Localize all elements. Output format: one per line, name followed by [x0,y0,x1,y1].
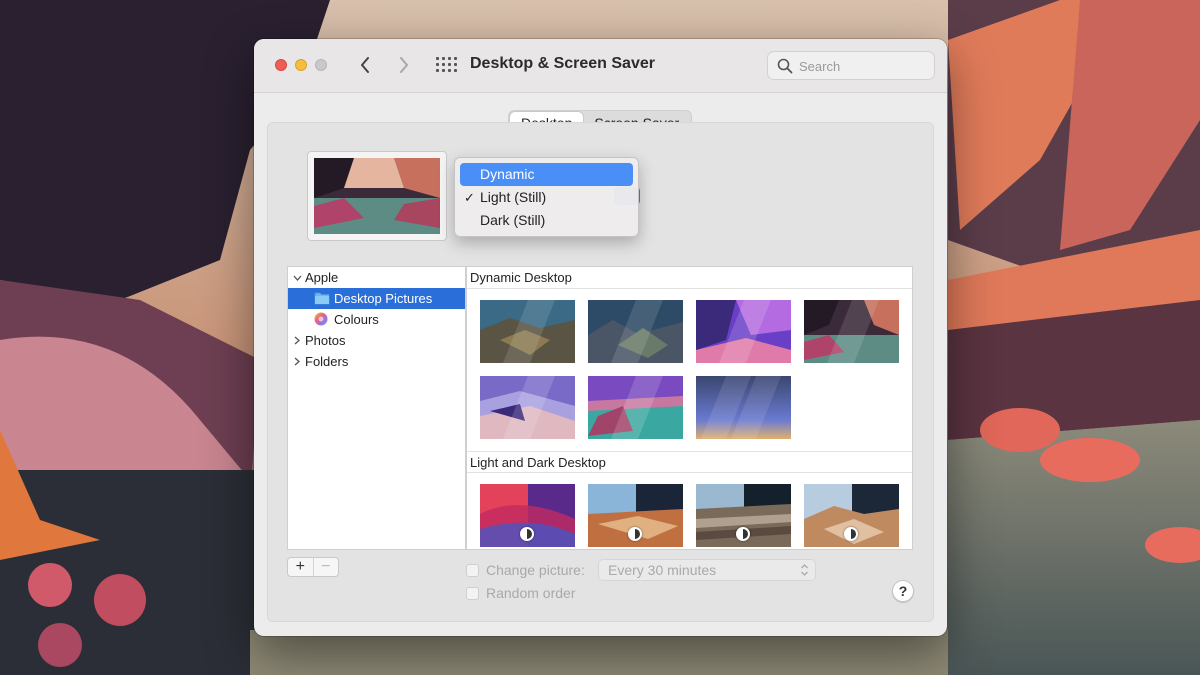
wallpaper-tile[interactable] [588,484,683,547]
sidebar-item-apple[interactable]: Apple [288,267,465,288]
window-title: Desktop & Screen Saver [470,55,655,72]
wallpaper-tile[interactable] [480,376,575,439]
source-sidebar: Apple Desktop Pictures Colours Photos Fo… [287,266,466,550]
section-heading-light-dark: Light and Dark Desktop [467,451,912,473]
wallpaper-tile[interactable] [696,300,791,363]
wallpaper-tile[interactable] [588,300,683,363]
appearance-menu: Dynamic ✓ Light (Still) Dark (Still) [454,157,639,237]
wallpaper-tile[interactable] [480,300,575,363]
add-folder-button[interactable]: + [288,558,313,576]
random-order-label: Random order [486,585,576,601]
random-order-checkbox[interactable] [466,587,479,600]
sidebar-item-desktop-pictures[interactable]: Desktop Pictures [288,288,465,309]
interval-value: Every 30 minutes [608,562,717,578]
back-button[interactable] [354,54,376,76]
light-dark-mode-icon [736,527,750,541]
menu-item-dark-still[interactable]: Dark (Still) [460,209,633,232]
wallpaper-gallery: Dynamic Desktop Light and Dark Desktop [466,266,913,550]
disclosure-open-icon[interactable] [292,267,302,288]
current-wallpaper-preview [307,151,447,241]
forward-button[interactable] [393,54,415,76]
section-heading-dynamic: Dynamic Desktop [467,267,912,289]
sidebar-item-label: Folders [305,354,349,369]
chevron-right-icon [400,57,408,73]
help-button[interactable]: ? [892,580,914,602]
close-button[interactable] [275,59,287,71]
colour-wheel-icon [314,312,328,326]
search-icon [777,58,793,74]
menu-item-label: Light (Still) [480,189,547,205]
wallpaper-tile[interactable] [480,484,575,547]
minimize-button[interactable] [295,59,307,71]
preferences-window: Desktop & Screen Saver Desktop Screen Sa… [254,39,947,636]
disclosure-closed-icon[interactable] [292,330,302,351]
wallpaper-thumbnail [314,158,440,234]
folder-icon [314,292,330,305]
sidebar-item-colours[interactable]: Colours [288,309,465,330]
light-dark-mode-icon [628,527,642,541]
wallpaper-tile[interactable] [696,376,791,439]
light-dark-mode-icon [844,527,858,541]
change-picture-label: Change picture: [486,562,585,578]
sidebar-item-label: Desktop Pictures [334,291,433,306]
sidebar-item-label: Colours [334,312,379,327]
change-interval-select[interactable]: Every 30 minutes [598,559,816,581]
disclosure-closed-icon[interactable] [292,351,302,372]
chevron-left-icon [361,57,369,73]
menu-item-label: Dynamic [480,166,535,182]
wallpaper-tile[interactable] [804,484,899,547]
wallpaper-tile[interactable] [588,376,683,439]
light-dark-mode-icon [520,527,534,541]
menu-item-dynamic[interactable]: Dynamic [460,163,633,186]
checkmark-icon: ✓ [464,190,475,205]
add-remove-control: + − [287,557,339,577]
sidebar-item-folders[interactable]: Folders [288,351,465,372]
show-all-grid-button[interactable] [435,56,457,74]
search-field[interactable] [767,51,935,80]
menu-item-light-still[interactable]: ✓ Light (Still) [460,186,633,209]
zoom-button[interactable] [315,59,327,71]
menu-item-label: Dark (Still) [480,212,546,228]
wallpaper-tile[interactable] [804,300,899,363]
sidebar-item-label: Photos [305,333,346,348]
remove-folder-button[interactable]: − [312,558,339,576]
wallpaper-tile[interactable] [696,484,791,547]
sidebar-item-photos[interactable]: Photos [288,330,465,351]
change-picture-checkbox[interactable] [466,564,479,577]
chevron-up-down-icon [801,564,808,576]
search-input[interactable] [799,57,927,75]
title-bar: Desktop & Screen Saver [254,39,947,93]
sidebar-item-label: Apple [305,270,339,285]
